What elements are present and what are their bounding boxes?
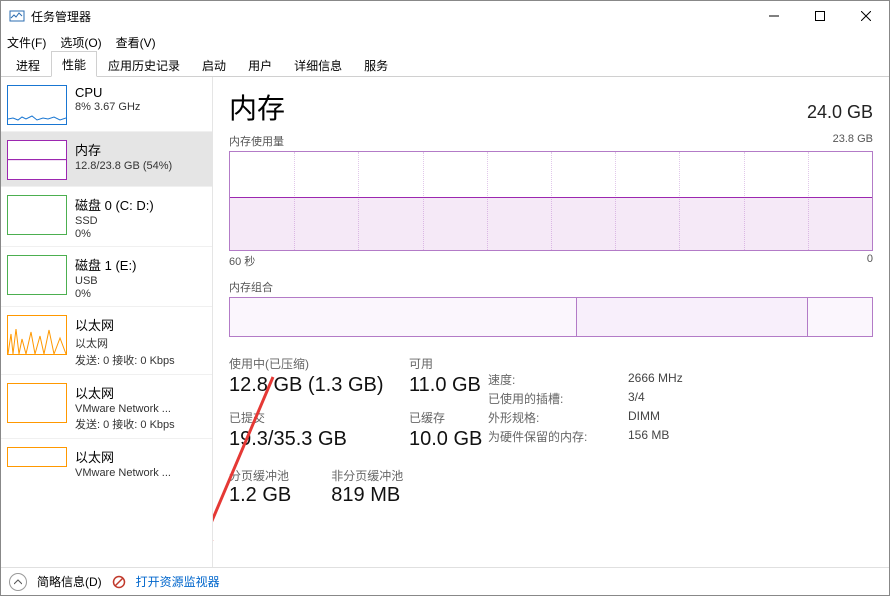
app-icon: [9, 8, 25, 24]
bottom-bar: 简略信息(D) 打开资源监视器: [1, 567, 889, 595]
sidebar-item-label: 以太网: [75, 383, 175, 402]
tab-services[interactable]: 服务: [353, 52, 399, 77]
stat-in-use-value: 12.8 GB (1.3 GB): [229, 374, 399, 397]
spec-reserved-label: 为硬件保留的内存:: [488, 428, 598, 445]
disk-thumb: [7, 255, 67, 295]
ethernet-thumb: [7, 315, 67, 355]
stat-nonpaged-label: 非分页缓冲池: [331, 467, 403, 484]
sidebar-item-sub: 12.8/23.8 GB (54%): [75, 160, 172, 172]
close-button[interactable]: [843, 1, 889, 31]
brief-info-link[interactable]: 简略信息(D): [37, 573, 102, 590]
sidebar-item-ethernet2[interactable]: 以太网 VMware Network ...: [1, 438, 212, 485]
sidebar-item-label: 磁盘 0 (C: D:): [75, 195, 154, 214]
memory-usage-graph: [229, 151, 873, 251]
memory-total: 24.0 GB: [807, 102, 873, 123]
sidebar-item-sub: VMware Network ...: [75, 403, 175, 415]
sidebar-item-sub: SSD: [75, 215, 154, 227]
disk-thumb: [7, 195, 67, 235]
sidebar-item-disk1[interactable]: 磁盘 1 (E:) USB 0%: [1, 246, 212, 306]
graph-axis-right: 0: [867, 253, 873, 269]
spec-reserved-value: 156 MB: [628, 428, 669, 445]
menu-file[interactable]: 文件(F): [7, 34, 46, 51]
stat-paged-value: 1.2 GB: [229, 484, 291, 507]
sidebar-item-sub2: 发送: 0 接收: 0 Kbps: [75, 416, 175, 432]
tab-details[interactable]: 详细信息: [283, 52, 353, 77]
ethernet-thumb: [7, 447, 67, 467]
stat-in-use-label: 使用中(已压缩): [229, 355, 399, 372]
stat-committed-label: 已提交: [229, 409, 399, 426]
tab-bar: 进程 性能 应用历史记录 启动 用户 详细信息 服务: [1, 53, 889, 77]
prohibited-icon: [112, 575, 126, 589]
sidebar-item-label: 以太网: [75, 315, 175, 334]
sidebar-item-label: 磁盘 1 (E:): [75, 255, 136, 274]
sidebar-item-label: 以太网: [75, 447, 171, 466]
spec-form-label: 外形规格:: [488, 409, 598, 426]
page-title: 内存: [229, 87, 285, 127]
tab-app-history[interactable]: 应用历史记录: [97, 52, 191, 77]
titlebar: 任务管理器: [1, 1, 889, 31]
content-pane: 内存 24.0 GB 内存使用量 23.8 GB 60 秒 0 内存组合: [213, 77, 889, 567]
ethernet-thumb: [7, 383, 67, 423]
spec-speed-value: 2666 MHz: [628, 371, 683, 388]
spec-speed-label: 速度:: [488, 371, 598, 388]
spec-form-value: DIMM: [628, 409, 660, 426]
tab-processes[interactable]: 进程: [5, 52, 51, 77]
sidebar-item-ethernet1[interactable]: 以太网 VMware Network ... 发送: 0 接收: 0 Kbps: [1, 374, 212, 438]
sidebar-item-sub: USB: [75, 275, 136, 287]
cpu-thumb: [7, 85, 67, 125]
sidebar-item-ethernet0[interactable]: 以太网 以太网 发送: 0 接收: 0 Kbps: [1, 306, 212, 374]
tab-performance[interactable]: 性能: [51, 51, 97, 77]
open-resource-monitor-link[interactable]: 打开资源监视器: [136, 573, 220, 590]
stat-paged-label: 分页缓冲池: [229, 467, 291, 484]
expand-button[interactable]: [9, 573, 27, 591]
tab-startup[interactable]: 启动: [191, 52, 237, 77]
sidebar-item-sub2: 0%: [75, 288, 136, 300]
sidebar-item-sub2: 0%: [75, 228, 154, 240]
menu-options[interactable]: 选项(O): [60, 34, 101, 51]
spec-slots-value: 3/4: [628, 390, 645, 407]
menu-view[interactable]: 查看(V): [116, 34, 156, 51]
sidebar-item-sub: VMware Network ...: [75, 467, 171, 479]
window-controls: [751, 1, 889, 31]
sidebar-item-disk0[interactable]: 磁盘 0 (C: D:) SSD 0%: [1, 186, 212, 246]
sidebar-item-sub: 8% 3.67 GHz: [75, 101, 140, 113]
sidebar-item-label: 内存: [75, 140, 172, 159]
maximize-button[interactable]: [797, 1, 843, 31]
window-title: 任务管理器: [31, 8, 751, 25]
graph-usage-label: 内存使用量: [229, 133, 284, 149]
minimize-button[interactable]: [751, 1, 797, 31]
sidebar[interactable]: CPU 8% 3.67 GHz 内存 12.8/23.8 GB (54%) 磁盘…: [1, 77, 213, 567]
memory-specs: 速度: 2666 MHz 已使用的插槽: 3/4 外形规格: DIMM 为硬件保留的内…: [488, 369, 683, 445]
spec-slots-label: 已使用的插槽:: [488, 390, 598, 407]
sidebar-item-memory[interactable]: 内存 12.8/23.8 GB (54%): [1, 131, 212, 186]
memory-composition-bar: [229, 297, 873, 337]
main-area: CPU 8% 3.67 GHz 内存 12.8/23.8 GB (54%) 磁盘…: [1, 77, 889, 567]
memory-composition-label: 内存组合: [229, 279, 873, 295]
sidebar-item-label: CPU: [75, 85, 140, 100]
sidebar-item-cpu[interactable]: CPU 8% 3.67 GHz: [1, 77, 212, 131]
graph-axis-left: 60 秒: [229, 253, 255, 269]
stat-committed-value: 19.3/35.3 GB: [229, 428, 399, 451]
sidebar-item-sub2: 发送: 0 接收: 0 Kbps: [75, 352, 175, 368]
graph-usage-max: 23.8 GB: [833, 133, 873, 149]
menu-bar: 文件(F) 选项(O) 查看(V): [1, 31, 889, 53]
memory-thumb: [7, 140, 67, 180]
sidebar-item-sub: 以太网: [75, 335, 175, 351]
tab-users[interactable]: 用户: [237, 52, 283, 77]
stat-nonpaged-value: 819 MB: [331, 484, 403, 507]
